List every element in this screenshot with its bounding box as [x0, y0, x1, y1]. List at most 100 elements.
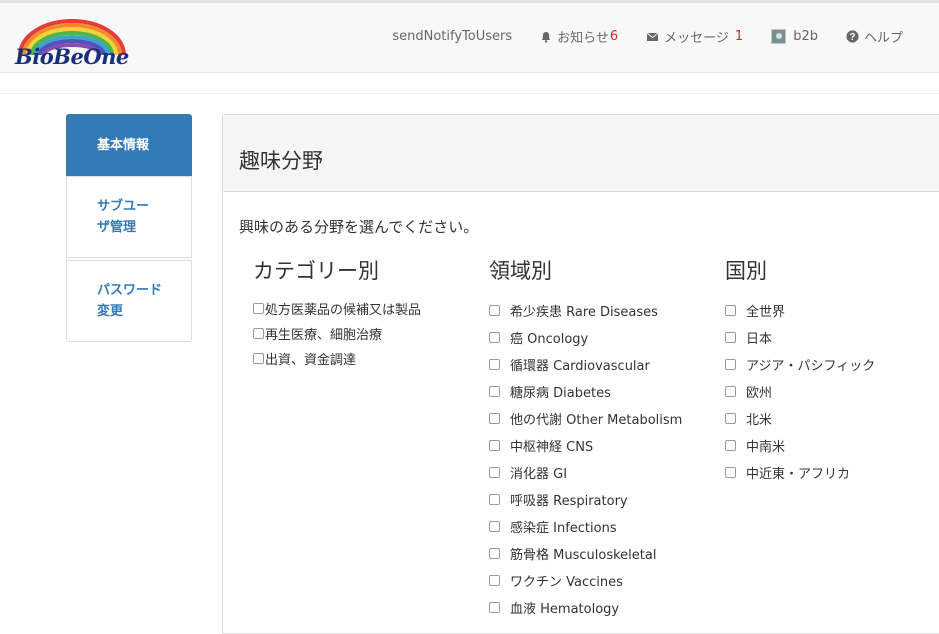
checkbox-label: 中枢神経 CNS — [510, 440, 594, 455]
checkbox-label: 他の代謝 Other Metabolism — [510, 413, 683, 428]
checkbox-option[interactable]: 日本 — [725, 324, 875, 351]
sidebar-item-label: ザ管理 — [97, 220, 137, 235]
checkbox[interactable] — [725, 413, 736, 424]
checkbox-label: ワクチン Vaccines — [510, 575, 623, 590]
interest-panel: 趣味分野 興味のある分野を選んでください。 カテゴリー別 処方医薬品の候補又は製… — [222, 114, 939, 634]
checkbox-option[interactable]: 中近東・アフリカ — [725, 459, 875, 486]
checkbox[interactable] — [253, 353, 264, 364]
checkbox-option[interactable]: 出資、資金調達 — [253, 346, 421, 371]
settings-sidebar: 基本情報 サブユー ザ管理 パスワード 変更 — [66, 114, 192, 342]
checkbox[interactable] — [489, 494, 500, 505]
checkbox-label: 血液 Hematology — [510, 602, 620, 617]
checkbox-option[interactable]: 北米 — [725, 405, 875, 432]
checkbox-option[interactable]: 処方医薬品の候補又は製品 — [253, 296, 421, 321]
brand-logo-text: BioBeOne — [15, 44, 129, 69]
checkbox-option[interactable]: 血液 Hematology — [489, 594, 682, 621]
checkbox[interactable] — [725, 305, 736, 316]
navbar-right-menu: sendNotifyToUsers お知らせ 6 メッセージ 1 b2b ? ヘ… — [378, 27, 917, 46]
sidebar-item-basic-info[interactable]: 基本情報 — [66, 114, 192, 176]
checkbox-label: 処方医薬品の候補又は製品 — [265, 303, 422, 318]
column-heading: カテゴリー別 — [253, 259, 379, 283]
brand-logo[interactable]: BioBeOne — [12, 17, 132, 73]
checkbox[interactable] — [489, 332, 500, 343]
checkbox[interactable] — [725, 440, 736, 451]
checkbox-option[interactable]: 癌 Oncology — [489, 324, 682, 351]
help-link[interactable]: ? ヘルプ — [832, 27, 917, 46]
checkbox-option[interactable]: 中南米 — [725, 432, 875, 459]
checkbox-option[interactable]: 他の代謝 Other Metabolism — [489, 405, 682, 432]
checkbox-label: 循環器 Cardiovascular — [510, 359, 650, 374]
user-menu[interactable]: b2b — [757, 29, 832, 44]
checkbox-label: 筋骨格 Musculoskeletal — [510, 548, 657, 563]
checkbox-option[interactable]: 循環器 Cardiovascular — [489, 351, 682, 378]
checkbox-option[interactable]: ワクチン Vaccines — [489, 567, 682, 594]
checkbox[interactable] — [725, 332, 736, 343]
messages-label: メッセージ — [664, 31, 729, 46]
checkbox-option[interactable]: 欧州 — [725, 378, 875, 405]
checkbox[interactable] — [489, 548, 500, 559]
checkbox-label: 再生医療、細胞治療 — [265, 328, 383, 343]
checkbox-option[interactable]: アジア・パシフィック — [725, 351, 875, 378]
checkbox[interactable] — [489, 386, 500, 397]
checkbox-label: アジア・パシフィック — [746, 359, 876, 374]
checkbox-label: 日本 — [746, 332, 773, 347]
messages-count: 1 — [734, 29, 744, 44]
envelope-icon — [646, 32, 659, 41]
help-label: ヘルプ — [863, 31, 903, 46]
checkbox[interactable] — [489, 521, 500, 532]
checkbox-label: 希少疾患 Rare Diseases — [510, 305, 658, 320]
notifications-label: お知らせ — [557, 31, 609, 46]
intro-text: 興味のある分野を選んでください。 — [239, 218, 479, 236]
checkbox-label: 糖尿病 Diabetes — [510, 386, 611, 401]
checkbox[interactable] — [489, 413, 500, 424]
checkbox[interactable] — [725, 386, 736, 397]
region-option-list: 全世界日本アジア・パシフィック 欧州北米中南米中近東・アフリカ — [725, 297, 875, 486]
sidebar-item-password-change[interactable]: パスワード 変更 — [66, 260, 192, 342]
checkbox-label: 感染症 Infections — [510, 521, 617, 536]
checkbox[interactable] — [489, 602, 500, 613]
question-circle-icon: ? — [846, 30, 859, 43]
checkbox[interactable] — [725, 359, 736, 370]
checkbox[interactable] — [725, 467, 736, 478]
checkbox-option[interactable]: 中枢神経 CNS — [489, 432, 682, 459]
send-notify-link[interactable]: sendNotifyToUsers — [378, 29, 526, 44]
checkbox[interactable] — [489, 575, 500, 586]
bell-icon — [541, 31, 551, 43]
category-column: カテゴリー別 処方医薬品の候補又は製品 再生医療、細胞治療出資、資金調達 — [253, 255, 421, 371]
checkbox-option[interactable]: 消化器 GI — [489, 459, 682, 486]
checkbox-option[interactable]: 糖尿病 Diabetes — [489, 378, 682, 405]
checkbox-label: 全世界 — [746, 305, 786, 320]
checkbox[interactable] — [489, 305, 500, 316]
checkbox-label: 呼吸器 Respiratory — [510, 494, 628, 509]
checkbox-option[interactable]: 感染症 Infections — [489, 513, 682, 540]
checkbox-label: 中南米 — [746, 440, 786, 455]
checkbox-option[interactable]: 希少疾患 Rare Diseases — [489, 297, 682, 324]
region-column: 国別 全世界 日本 アジア・パシフィック 欧州 北米 中南米 中近東・アフリカ — [725, 255, 875, 486]
checkbox-label: 欧州 — [746, 386, 773, 401]
category-option-list: 処方医薬品の候補又は製品 再生医療、細胞治療出資、資金調達 — [253, 296, 421, 371]
send-notify-label: sendNotifyToUsers — [392, 29, 513, 44]
sidebar-item-label: 基本情報 — [97, 138, 150, 153]
messages-link[interactable]: メッセージ 1 — [632, 27, 757, 46]
checkbox-option[interactable]: 呼吸器 Respiratory — [489, 486, 682, 513]
sidebar-item-label: 変更 — [97, 304, 124, 319]
checkbox-option[interactable]: 全世界 — [725, 297, 875, 324]
checkbox-label: 中近東・アフリカ — [746, 467, 851, 482]
sidebar-item-label: サブユー — [97, 199, 150, 214]
checkbox[interactable] — [253, 328, 264, 339]
panel-header: 趣味分野 — [223, 115, 939, 192]
therapeutic-area-column: 領域別 希少疾患 Rare Diseases 癌 Oncology 循環器 Card… — [489, 255, 682, 621]
checkbox-label: 消化器 GI — [510, 467, 568, 482]
checkbox-option[interactable]: 再生医療、細胞治療 — [253, 321, 421, 346]
checkbox-label: 癌 Oncology — [510, 332, 589, 347]
notifications-link[interactable]: お知らせ 6 — [526, 27, 632, 46]
checkbox[interactable] — [253, 303, 264, 314]
checkbox[interactable] — [489, 440, 500, 451]
checkbox[interactable] — [489, 467, 500, 478]
top-navbar: BioBeOne sendNotifyToUsers お知らせ 6 メッセージ … — [0, 0, 939, 73]
checkbox[interactable] — [489, 359, 500, 370]
checkbox-option[interactable]: 筋骨格 Musculoskeletal — [489, 540, 682, 567]
therapeutic-area-option-list: 希少疾患 Rare Diseases 癌 Oncology 循環器 Cardiova… — [489, 297, 682, 621]
sidebar-item-label: パスワード — [97, 283, 163, 298]
sidebar-item-subuser-management[interactable]: サブユー ザ管理 — [66, 176, 192, 258]
